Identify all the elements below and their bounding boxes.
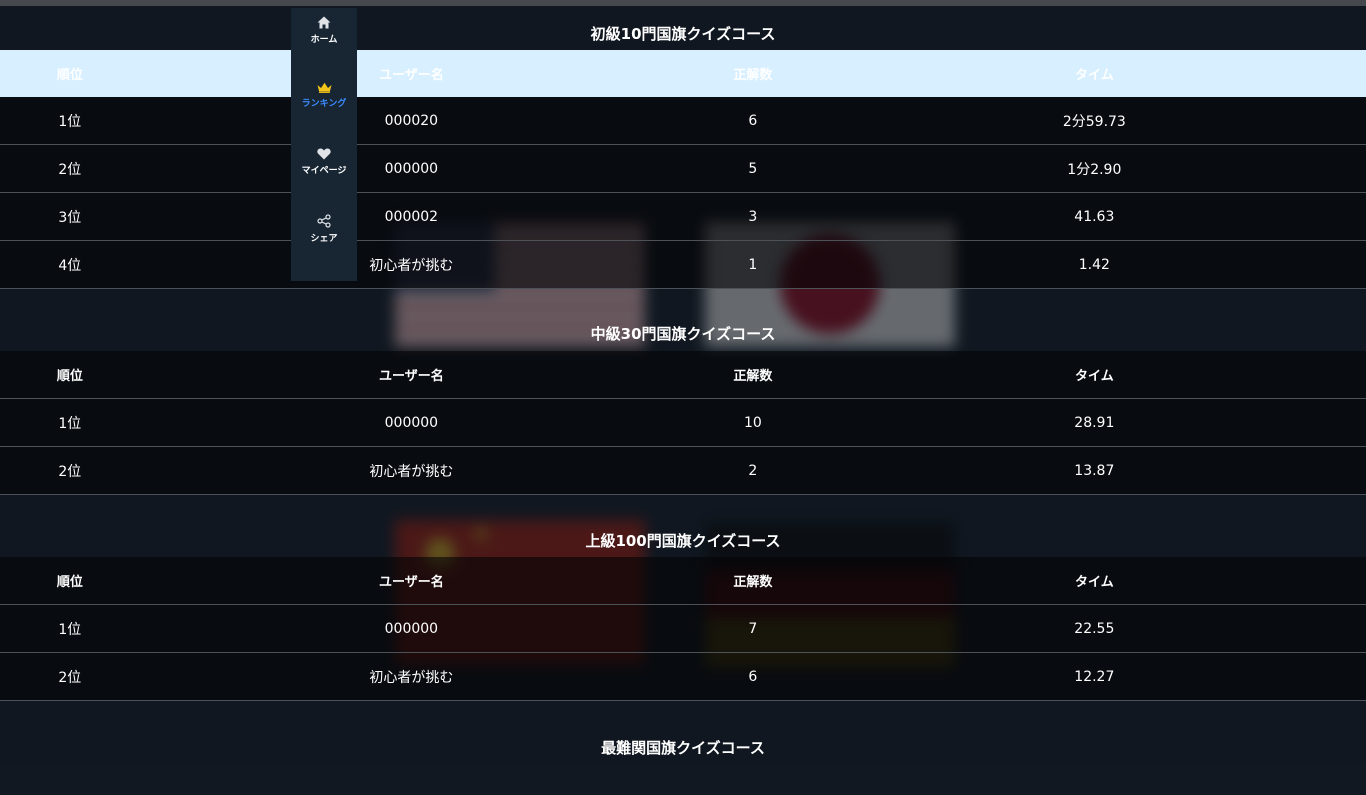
course-section-beginner: 初級10門国旗クイズコース 順位 ユーザー名 正解数 タイム 1位 000020…: [0, 6, 1366, 289]
column-header-time: タイム: [1074, 68, 1114, 83]
rank-cell: 2位: [58, 161, 82, 178]
table-row: 4位 初心者が挑む 1 1.42: [0, 241, 1366, 289]
user-cell: 000000: [384, 620, 439, 637]
time-cell: 12.27: [1074, 668, 1115, 685]
user-cell: 000020: [384, 112, 439, 129]
table-row: 3位 000002 3 41.63: [0, 193, 1366, 241]
time-cell: 2分59.73: [1062, 113, 1126, 130]
table-row: 1位 000000 7 22.55: [0, 605, 1366, 653]
course-title: 初級10門国旗クイズコース: [0, 6, 1366, 50]
column-header-rank: 順位: [56, 68, 83, 83]
user-cell: 初心者が挑む: [369, 463, 454, 480]
time-cell: 41.63: [1074, 208, 1115, 225]
nav-item-ranking[interactable]: ランキング: [291, 82, 357, 109]
ranking-table: 順位 ユーザー名 正解数 タイム 1位 000020 6 2分59.73 2位 …: [0, 50, 1366, 289]
course-title: 上級100門国旗クイズコース: [0, 495, 1366, 557]
rank-cell: 4位: [58, 257, 82, 274]
time-cell: 1分2.90: [1067, 161, 1122, 178]
rank-cell: 2位: [58, 463, 82, 480]
course-title: 最難関国旗クイズコース: [0, 701, 1366, 763]
correct-cell: 5: [748, 160, 758, 177]
table-row: 2位 初心者が挑む 2 13.87: [0, 447, 1366, 495]
rank-cell: 3位: [58, 209, 82, 226]
course-section-advanced: 上級100門国旗クイズコース 順位 ユーザー名 正解数 タイム 1位 00000…: [0, 495, 1366, 701]
column-header-correct: 正解数: [733, 575, 773, 590]
user-cell: 000002: [384, 208, 439, 225]
correct-cell: 6: [748, 112, 758, 129]
correct-cell: 3: [748, 208, 758, 225]
column-header-user: ユーザー名: [378, 575, 444, 590]
table-row: 2位 初心者が挑む 6 12.27: [0, 653, 1366, 701]
rank-cell: 1位: [58, 415, 82, 432]
rank-cell: 1位: [58, 621, 82, 638]
course-section-hardest: 最難関国旗クイズコース: [0, 701, 1366, 763]
column-header-correct: 正解数: [733, 68, 773, 83]
rank-cell: 2位: [58, 669, 82, 686]
nav-label: シェア: [310, 234, 338, 244]
ranking-table: 順位 ユーザー名 正解数 タイム 1位 000000 10 28.91 2位 初…: [0, 351, 1366, 495]
correct-cell: 6: [748, 668, 758, 685]
correct-cell: 7: [748, 620, 758, 637]
user-cell: 000000: [384, 414, 439, 431]
correct-cell: 1: [748, 256, 758, 273]
crown-icon: [317, 82, 331, 93]
share-icon: [317, 214, 331, 228]
user-cell: 初心者が挑む: [369, 669, 454, 686]
column-header-user: ユーザー名: [378, 68, 444, 83]
nav-label: マイページ: [301, 166, 347, 176]
side-nav: ホーム ランキング マイページ シェア: [291, 8, 357, 281]
nav-item-share[interactable]: シェア: [291, 214, 357, 244]
column-header-user: ユーザー名: [378, 369, 444, 384]
time-cell: 28.91: [1074, 414, 1115, 431]
table-row: 1位 000020 6 2分59.73: [0, 97, 1366, 145]
column-header-rank: 順位: [56, 369, 83, 384]
nav-item-mypage[interactable]: マイページ: [291, 148, 357, 176]
time-cell: 13.87: [1074, 462, 1115, 479]
column-header-time: タイム: [1074, 575, 1114, 590]
ranking-table: 順位 ユーザー名 正解数 タイム 1位 000000 7 22.55 2位 初心…: [0, 557, 1366, 701]
correct-cell: 2: [748, 462, 758, 479]
rank-cell: 1位: [58, 113, 82, 130]
heart-icon: [317, 148, 331, 160]
user-cell: 初心者が挑む: [369, 257, 454, 274]
table-row: 1位 000000 10 28.91: [0, 399, 1366, 447]
home-icon: [317, 16, 331, 29]
ranking-content: 初級10門国旗クイズコース 順位 ユーザー名 正解数 タイム 1位 000020…: [0, 6, 1366, 763]
column-header-time: タイム: [1074, 369, 1114, 384]
column-header-correct: 正解数: [733, 369, 773, 384]
table-header: 順位 ユーザー名 正解数 タイム: [0, 351, 1366, 399]
correct-cell: 10: [743, 414, 762, 431]
nav-label: ホーム: [310, 35, 338, 45]
nav-item-home[interactable]: ホーム: [291, 16, 357, 45]
column-header-rank: 順位: [56, 575, 83, 590]
course-section-intermediate: 中級30門国旗クイズコース 順位 ユーザー名 正解数 タイム 1位 000000…: [0, 289, 1366, 495]
top-bar: [0, 0, 1366, 6]
course-title: 中級30門国旗クイズコース: [0, 289, 1366, 351]
table-header: 順位 ユーザー名 正解数 タイム: [0, 50, 1366, 97]
user-cell: 000000: [384, 160, 439, 177]
time-cell: 1.42: [1078, 256, 1110, 273]
nav-label: ランキング: [301, 99, 347, 109]
time-cell: 22.55: [1074, 620, 1115, 637]
table-row: 2位 000000 5 1分2.90: [0, 145, 1366, 193]
table-header: 順位 ユーザー名 正解数 タイム: [0, 557, 1366, 605]
